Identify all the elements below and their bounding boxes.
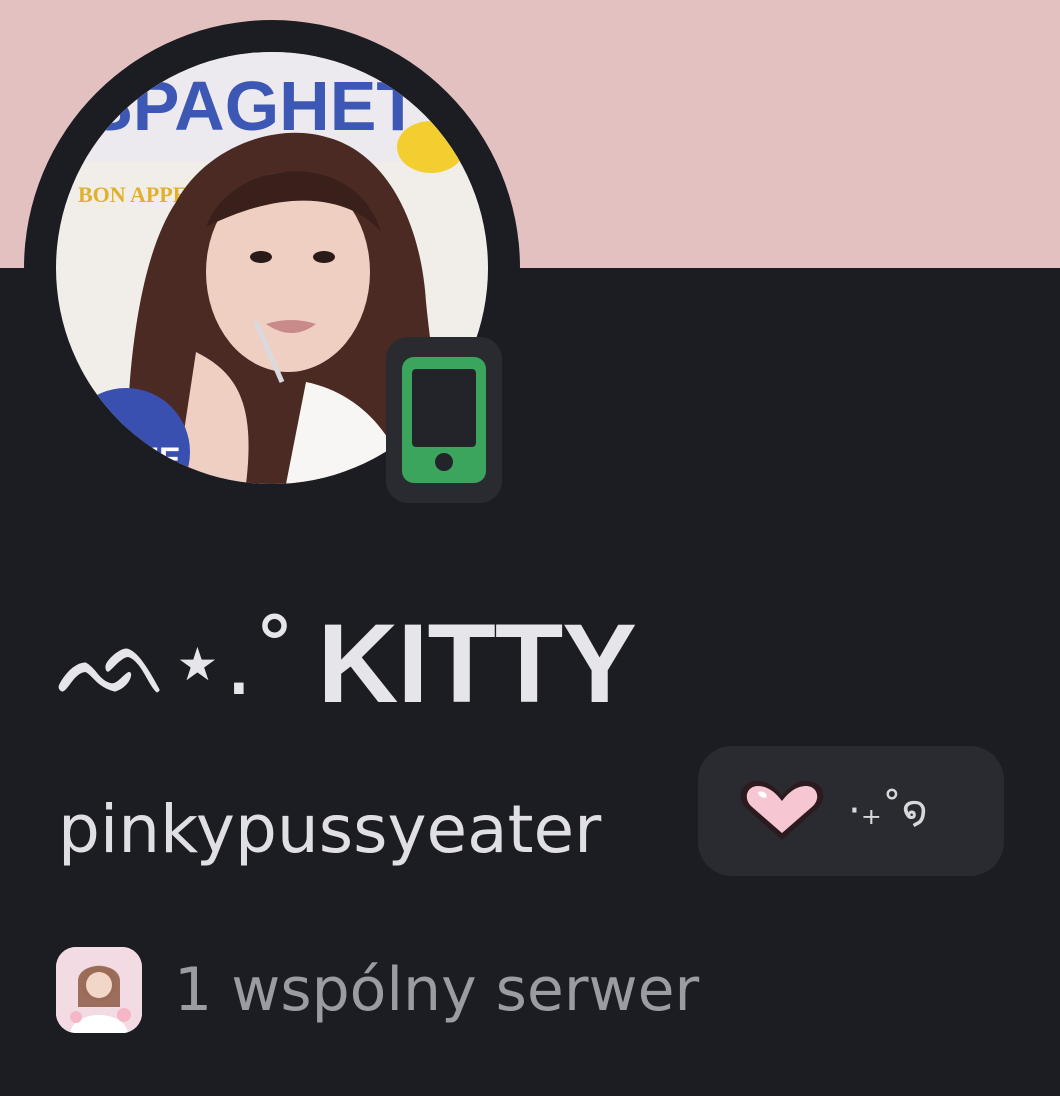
mobile-phone-icon [402, 357, 486, 483]
display-name-decoration: ᨒ⋆.˚ [56, 608, 297, 716]
username[interactable]: pinkypussyeater [58, 780, 601, 880]
display-name: ᨒ⋆.˚ KITTY [56, 598, 637, 728]
display-name-text: KITTY [317, 600, 637, 726]
pink-heart-icon [740, 780, 824, 840]
cover-title: SPAGHET [86, 67, 419, 145]
mutual-servers-label: 1 wspólny serwer [174, 955, 700, 1025]
mutual-servers[interactable]: 1 wspólny serwer [56, 945, 699, 1035]
cover-badge: UE [136, 441, 180, 477]
server-avatar-icon [56, 947, 142, 1033]
pronoun-text: ⋅₊˚໑ [848, 788, 928, 834]
pronoun-pill[interactable]: ⋅₊˚໑ [698, 746, 1004, 876]
status-indicator [386, 337, 502, 503]
user-profile-card: SPAGHET BON APPETIT UE ᨒ⋆.˚ KITTY pinkyp… [0, 0, 1060, 1096]
